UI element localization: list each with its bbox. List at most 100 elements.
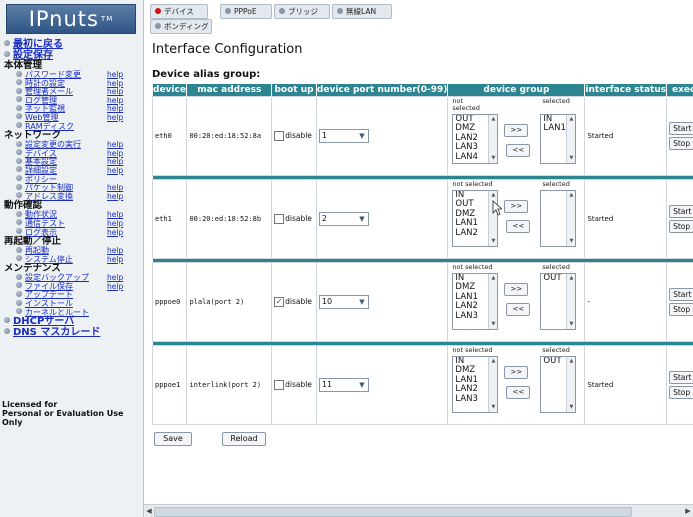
scroll-thumb[interactable] <box>154 507 632 517</box>
reload-button[interactable]: Reload <box>222 432 266 446</box>
bullet-icon <box>16 79 22 86</box>
save-button[interactable]: Save <box>154 432 192 446</box>
scroll-up-icon[interactable]: ▲ <box>489 357 497 366</box>
start-button[interactable]: Start <box>669 122 693 135</box>
scroll-up-icon[interactable]: ▲ <box>489 274 497 283</box>
stop-button[interactable]: Stop <box>669 386 693 399</box>
disable-label: disable <box>285 131 312 140</box>
start-button[interactable]: Start <box>669 288 693 301</box>
horizontal-scrollbar[interactable]: ◀ ▶ <box>144 504 693 517</box>
move-right-button[interactable]: >> <box>504 200 529 213</box>
not-selected-listbox[interactable]: OUT DMZ LAN2 LAN3 LAN4 ▲ ▼ <box>452 114 499 164</box>
disable-checkbox[interactable] <box>274 214 285 224</box>
scroll-up-icon[interactable]: ▲ <box>489 191 497 200</box>
move-left-button[interactable]: << <box>506 386 531 399</box>
disable-label: disable <box>285 380 312 389</box>
tab-item[interactable]: 無線LAN <box>332 4 392 19</box>
interface-status-cell: - <box>584 262 668 342</box>
tab-dot-icon <box>279 8 285 14</box>
start-button[interactable]: Start <box>669 371 693 384</box>
disable-label: disable <box>285 214 312 223</box>
selected-listbox[interactable]: OUT ▲ ▼ <box>540 356 577 413</box>
help-link[interactable]: help <box>107 192 123 202</box>
bullet-icon <box>16 255 22 262</box>
selected-listbox[interactable]: ▲ ▼ <box>540 190 577 247</box>
tab-item[interactable]: ブリッジ <box>274 4 330 19</box>
tab-item[interactable]: デバイス <box>150 4 208 19</box>
tab-item[interactable]: PPPoE <box>220 4 272 19</box>
scroll-left-icon[interactable]: ◀ <box>144 505 154 517</box>
move-left-button[interactable]: << <box>506 220 531 233</box>
bullet-icon <box>16 149 22 156</box>
move-right-button[interactable]: >> <box>504 124 529 137</box>
not-selected-listbox[interactable]: IN OUT DMZ LAN1 LAN2 ▲ ▼ <box>452 190 499 247</box>
scroll-up-icon[interactable]: ▲ <box>489 115 497 124</box>
selected-listbox[interactable]: IN LAN1 ▲ ▼ <box>540 114 577 164</box>
scroll-down-icon[interactable]: ▼ <box>567 154 575 163</box>
help-link[interactable]: help <box>107 113 123 123</box>
bullet-icon <box>16 70 22 77</box>
start-button[interactable]: Start <box>669 205 693 218</box>
sidebar-link[interactable]: DHCPサーバ <box>13 316 74 328</box>
sidebar-item[interactable]: DNS マスカレード <box>4 327 140 339</box>
listbox-scrollbar[interactable]: ▲ ▼ <box>488 357 498 412</box>
port-number-select[interactable]: 1 ▼ <box>318 129 369 143</box>
scroll-right-icon[interactable]: ▶ <box>683 505 693 517</box>
port-number-select[interactable]: 10 ▼ <box>318 295 369 309</box>
listbox-scrollbar[interactable]: ▲ ▼ <box>566 357 576 412</box>
help-link[interactable]: help <box>107 255 123 265</box>
help-link[interactable]: help <box>107 166 123 176</box>
device-group-cell: not selected selected OUT DMZ LAN2 LAN3 LAN4 ▲ ▼… <box>447 96 586 176</box>
move-right-button[interactable]: >> <box>504 366 529 379</box>
listbox-scrollbar[interactable]: ▲ ▼ <box>488 115 498 163</box>
help-link[interactable]: help <box>107 282 123 292</box>
disable-checkbox[interactable]: ✓ <box>274 297 285 307</box>
scroll-up-icon[interactable]: ▲ <box>567 115 575 124</box>
not-selected-listbox[interactable]: IN DMZ LAN1 LAN2 LAN3 ▲ ▼ <box>452 273 499 330</box>
main-panel: デバイス PPPoE ブリッジ 無線LAN ボンディング Interface Confi… <box>144 0 693 517</box>
bullet-icon <box>16 157 22 164</box>
not-selected-listbox[interactable]: IN DMZ LAN1 LAN2 LAN3 ▲ ▼ <box>452 356 499 413</box>
disable-checkbox[interactable] <box>274 380 285 390</box>
scroll-up-icon[interactable]: ▲ <box>567 274 575 283</box>
scroll-down-icon[interactable]: ▼ <box>567 237 575 246</box>
scroll-down-icon[interactable]: ▼ <box>489 154 497 163</box>
port-number-cell: 11 ▼ <box>315 345 449 425</box>
execute-cell: Start Stop <box>666 179 693 259</box>
listbox-scrollbar[interactable]: ▲ ▼ <box>488 274 498 329</box>
stop-button[interactable]: Stop <box>669 303 693 316</box>
move-right-button[interactable]: >> <box>504 283 529 296</box>
scroll-up-icon[interactable]: ▲ <box>567 357 575 366</box>
sidebar-link[interactable]: 設定保存 <box>13 50 53 61</box>
selected-listbox[interactable]: OUT ▲ ▼ <box>540 273 577 330</box>
selected-label: selected <box>542 263 570 271</box>
table-row: pppoe0 plala(port 2) ✓ disable 10 ▼ not select… <box>151 262 693 342</box>
stop-button[interactable]: Stop <box>669 137 693 150</box>
port-number-cell: 2 ▼ <box>315 179 449 259</box>
sidebar-link[interactable]: DNS マスカレード <box>13 327 100 338</box>
scroll-up-icon[interactable]: ▲ <box>567 191 575 200</box>
disable-checkbox[interactable] <box>274 131 285 141</box>
listbox-scrollbar[interactable]: ▲ ▼ <box>566 274 576 329</box>
bullet-icon <box>4 317 10 324</box>
move-left-button[interactable]: << <box>506 303 531 316</box>
scroll-down-icon[interactable]: ▼ <box>489 237 497 246</box>
port-number-cell: 1 ▼ <box>315 96 449 176</box>
tab-item[interactable]: ボンディング <box>150 19 212 34</box>
scroll-down-icon[interactable]: ▼ <box>567 320 575 329</box>
listbox-scrollbar[interactable]: ▲ ▼ <box>566 191 576 246</box>
device-cell: pppoe0 <box>151 262 188 342</box>
port-number-select[interactable]: 11 ▼ <box>318 378 369 392</box>
sidebar-link[interactable]: 最初に戻る <box>13 39 63 50</box>
listbox-scrollbar[interactable]: ▲ ▼ <box>566 115 576 163</box>
port-number-select[interactable]: 2 ▼ <box>318 212 369 226</box>
stop-button[interactable]: Stop <box>669 220 693 233</box>
port-number-value: 2 <box>321 214 327 223</box>
scroll-down-icon[interactable]: ▼ <box>489 403 497 412</box>
bullet-icon <box>4 40 10 46</box>
license-line-2: Personal or Evaluation Use <box>2 409 124 418</box>
move-left-button[interactable]: << <box>506 144 531 157</box>
scroll-down-icon[interactable]: ▼ <box>567 403 575 412</box>
scroll-down-icon[interactable]: ▼ <box>489 320 497 329</box>
help-link[interactable]: help <box>107 228 123 238</box>
